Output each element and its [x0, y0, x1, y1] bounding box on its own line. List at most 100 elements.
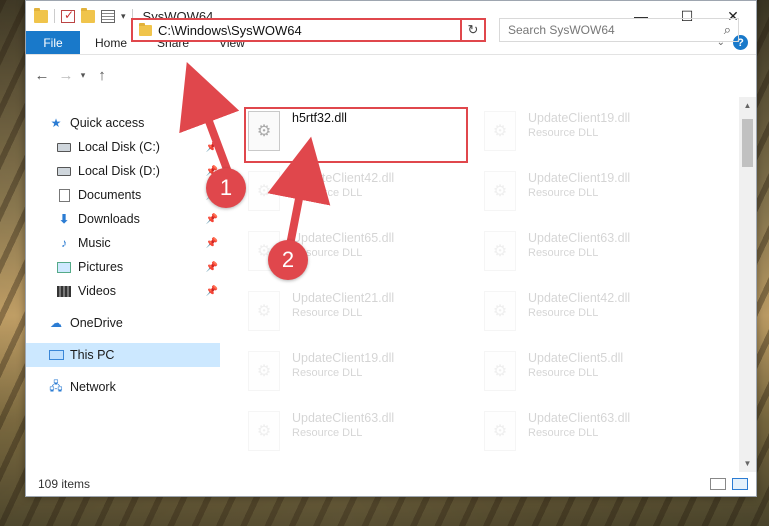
sidebar-item-label: Pictures [78, 260, 124, 274]
sidebar-item-local-disk-d[interactable]: Local Disk (D:) 📌 [26, 159, 220, 183]
drive-icon [56, 164, 72, 178]
file-name: h5rtf32.dll [292, 111, 347, 125]
pin-icon[interactable]: 📌 [206, 214, 218, 225]
refresh-button[interactable]: ↻ [460, 18, 486, 42]
sidebar-item-documents[interactable]: Documents 📌 [26, 183, 220, 207]
customize-toolbar-chevron-down-icon[interactable]: ▾ [121, 11, 126, 22]
file-item[interactable]: ⚙ UpdateClient19.dll Resource DLL [482, 109, 712, 165]
sidebar-item-label: Local Disk (D:) [78, 164, 160, 178]
sidebar-item-label: Network [70, 380, 116, 394]
quick-access-toolbar: ▾ [26, 7, 133, 23]
file-type: Resource DLL [528, 247, 599, 259]
file-name: UpdateClient19.dll [292, 351, 395, 365]
forward-arrow-icon[interactable]: → [56, 67, 76, 84]
sidebar-item-this-pc[interactable]: This PC [26, 343, 220, 367]
dll-file-gear-icon: ⚙ [248, 171, 280, 211]
file-name: UpdateClient19.dll [528, 111, 631, 125]
sidebar-item-label: Videos [78, 284, 116, 298]
file-item[interactable]: ⚙ UpdateClient63.dll Resource DLL [246, 409, 476, 465]
sidebar-item-quick-access[interactable]: ★ Quick access [26, 111, 220, 135]
search-input[interactable]: Search SysWOW64 ⌕ [499, 18, 739, 42]
back-arrow-icon[interactable]: ← [32, 67, 52, 84]
file-item[interactable]: ⚙ UpdateClient21.dll Resource DLL [246, 289, 476, 345]
star-icon: ★ [50, 116, 62, 130]
scroll-down-icon[interactable]: ▼ [739, 455, 756, 472]
details-view-icon[interactable] [710, 478, 726, 490]
sidebar-item-videos[interactable]: Videos 📌 [26, 279, 220, 303]
sidebar-item-onedrive[interactable]: ☁ OneDrive [26, 311, 220, 335]
cloud-icon: ☁ [50, 316, 62, 330]
scrollbar-thumb[interactable] [742, 119, 753, 167]
sidebar-item-label: This PC [70, 348, 115, 362]
file-type: Resource DLL [292, 367, 363, 379]
large-icons-view-icon[interactable] [732, 478, 748, 490]
file-name: UpdateClient5.dll [528, 351, 624, 365]
status-bar: 109 items [26, 472, 756, 496]
computer-icon [48, 348, 64, 362]
file-name: UpdateClient63.dll [292, 411, 395, 425]
file-name: UpdateClient65.dll [292, 231, 395, 245]
network-icon: 🖧 [49, 378, 63, 393]
file-type: Resource DLL [528, 127, 599, 139]
file-name: UpdateClient21.dll [292, 291, 395, 305]
sidebar-item-downloads[interactable]: ⬇ Downloads 📌 [26, 207, 220, 231]
pin-icon[interactable]: 📌 [206, 286, 218, 297]
sidebar-item-pictures[interactable]: Pictures 📌 [26, 255, 220, 279]
item-count: 109 items [38, 477, 91, 491]
dll-file-gear-icon: ⚙ [484, 351, 516, 391]
scroll-up-icon[interactable]: ▲ [739, 97, 756, 114]
file-name: UpdateClient19.dll [528, 171, 631, 185]
dll-file-gear-icon: ⚙ [484, 111, 516, 151]
drive-icon [56, 140, 72, 154]
sidebar-item-label: Documents [78, 188, 142, 202]
file-name: UpdateClient42.dll [292, 171, 395, 185]
file-item[interactable]: ⚙ UpdateClient42.dll Resource DLL [482, 289, 712, 345]
file-name: UpdateClient63.dll [528, 231, 631, 245]
sidebar-item-label: Music [78, 236, 111, 250]
refresh-icon: ↻ [467, 22, 479, 37]
music-icon: ♪ [61, 236, 67, 250]
properties-check-icon[interactable] [61, 8, 75, 23]
sidebar-item-local-disk-c[interactable]: Local Disk (C:) 📌 [26, 135, 220, 159]
step-1-badge: 1 [206, 168, 246, 208]
search-icon: ⌕ [723, 22, 731, 37]
recent-locations-chevron-down-icon[interactable]: ▾ [76, 70, 90, 81]
folder-icon [34, 7, 48, 23]
file-item-h5rtf32[interactable]: ⚙ h5rtf32.dll [244, 107, 468, 163]
sidebar-item-label: OneDrive [70, 316, 123, 330]
navigation-bar: ← → ▾ ↑ [26, 55, 756, 95]
sidebar-item-network[interactable]: 🖧 Network [26, 375, 220, 399]
vertical-scrollbar[interactable]: ▲ ▼ [739, 97, 756, 472]
tab-file[interactable]: File [26, 31, 80, 54]
pin-icon[interactable]: 📌 [206, 262, 218, 273]
dll-file-gear-icon: ⚙ [248, 351, 280, 391]
pin-icon[interactable]: 📌 [206, 238, 218, 249]
main-content: ★ Quick access Local Disk (C:) 📌 Local D… [26, 97, 756, 472]
sidebar-item-label: Local Disk (C:) [78, 140, 160, 154]
file-type: Resource DLL [292, 427, 363, 439]
address-bar[interactable]: C:\Windows\SysWOW64 ▾ [131, 18, 485, 42]
downloads-icon: ⬇ [58, 212, 70, 226]
sidebar-item-music[interactable]: ♪ Music 📌 [26, 231, 220, 255]
file-type: Resource DLL [528, 367, 599, 379]
dll-file-gear-icon: ⚙ [484, 411, 516, 451]
address-path[interactable]: C:\Windows\SysWOW64 [158, 23, 467, 38]
pictures-icon [56, 260, 72, 274]
file-type: Resource DLL [528, 187, 599, 199]
file-item[interactable]: ⚙ UpdateClient19.dll Resource DLL [246, 349, 476, 405]
file-item[interactable]: ⚙ UpdateClient63.dll Resource DLL [482, 409, 712, 465]
sidebar-item-label: Downloads [78, 212, 140, 226]
dll-file-gear-icon: ⚙ [248, 291, 280, 331]
file-item[interactable]: ⚙ UpdateClient5.dll Resource DLL [482, 349, 712, 405]
step-2-badge: 2 [268, 240, 308, 280]
file-type: Resource DLL [292, 187, 363, 199]
file-item[interactable]: ⚙ UpdateClient42.dll Resource DLL [246, 169, 476, 225]
new-folder-icon[interactable] [81, 7, 95, 23]
properties-icon[interactable] [101, 9, 115, 23]
file-item[interactable]: ⚙ UpdateClient63.dll Resource DLL [482, 229, 712, 285]
divider [54, 9, 55, 23]
pin-icon[interactable]: 📌 [206, 142, 218, 153]
up-arrow-icon[interactable]: ↑ [92, 67, 112, 84]
file-item[interactable]: ⚙ UpdateClient19.dll Resource DLL [482, 169, 712, 225]
file-type: Resource DLL [528, 427, 599, 439]
